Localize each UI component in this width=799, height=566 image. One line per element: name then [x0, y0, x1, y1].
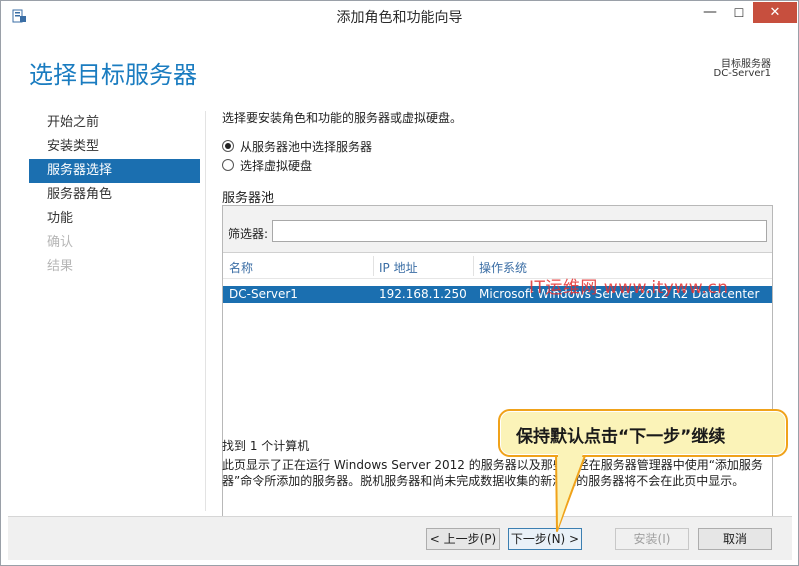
destination-server-name: DC-Server1 — [713, 68, 771, 79]
filter-bar: 筛选器: — [223, 206, 772, 253]
nav-item-server-selection[interactable]: 服务器选择 — [29, 159, 200, 183]
maximize-button[interactable]: ☐ — [725, 3, 753, 23]
radio-vhd-label: 选择虚拟硬盘 — [240, 158, 313, 173]
wizard-footer: < 上一步(P) 下一步(N) > 安装(I) 取消 — [8, 516, 792, 560]
close-button[interactable]: ✕ — [753, 2, 797, 23]
column-separator[interactable] — [373, 256, 374, 276]
filter-label: 筛选器: — [228, 227, 269, 241]
radio-server-pool-option[interactable]: 从服务器池中选择服务器 — [222, 137, 372, 155]
wizard-header: 选择目标服务器 目标服务器 DC-Server1 — [8, 31, 791, 106]
radio-server-pool-label: 从服务器池中选择服务器 — [240, 139, 373, 154]
callout-text: 保持默认点击“下一步”继续 — [516, 427, 726, 447]
cancel-button[interactable]: 取消 — [698, 528, 772, 550]
radio-button[interactable] — [222, 159, 234, 171]
cell-server-name: DC-Server1 — [229, 287, 298, 301]
found-count: 找到 1 个计算机 — [222, 439, 310, 453]
filter-input[interactable] — [272, 220, 767, 242]
nav-item-confirmation: 确认 — [47, 235, 74, 250]
callout-tip: 保持默认点击“下一步”继续 — [498, 409, 788, 457]
nav-divider — [205, 111, 206, 511]
column-header-os[interactable]: 操作系统 — [479, 259, 527, 276]
nav-item-before-you-begin[interactable]: 开始之前 — [29, 111, 200, 135]
instruction-text: 选择要安装角色和功能的服务器或虚拟硬盘。 — [222, 111, 463, 125]
nav-item-results: 结果 — [47, 259, 74, 274]
radio-button-checked[interactable] — [222, 140, 234, 152]
wizard-window: 添加角色和功能向导 — ☐ ✕ 选择目标服务器 目标服务器 DC-Server1… — [0, 0, 799, 566]
next-button[interactable]: 下一步(N) > — [508, 528, 582, 550]
nav-item-features[interactable]: 功能 — [29, 207, 200, 231]
window-title: 添加角色和功能向导 — [336, 10, 463, 26]
install-button: 安装(I) — [615, 528, 689, 550]
column-header-name[interactable]: 名称 — [229, 259, 253, 276]
previous-button[interactable]: < 上一步(P) — [426, 528, 500, 550]
nav-item-server-roles[interactable]: 服务器角色 — [29, 183, 200, 207]
page-title: 选择目标服务器 — [29, 61, 197, 89]
watermark: IT运维网 www.ityww.cn — [529, 278, 729, 298]
server-pool-heading: 服务器池 — [222, 191, 275, 206]
cell-ip-address: 192.168.1.250 — [379, 287, 467, 301]
radio-vhd-option[interactable]: 选择虚拟硬盘 — [222, 156, 312, 174]
column-separator[interactable] — [473, 256, 474, 276]
minimize-button[interactable]: — — [695, 3, 725, 23]
column-header-ip[interactable]: IP 地址 — [379, 259, 418, 276]
description-text: 此页显示了正在运行 Windows Server 2012 的服务器以及那些已经… — [222, 458, 763, 488]
title-bar: 添加角色和功能向导 — ☐ ✕ — [1, 1, 798, 31]
wizard-nav: 开始之前 安装类型 服务器选择 服务器角色 功能 确认 结果 — [29, 111, 200, 279]
nav-item-installation-type[interactable]: 安装类型 — [29, 135, 200, 159]
